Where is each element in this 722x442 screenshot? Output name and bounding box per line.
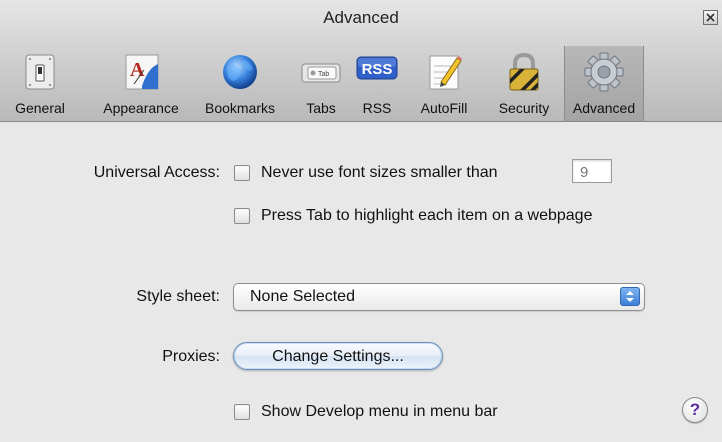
lock-icon (503, 52, 545, 92)
tab-security-label: Security (498, 100, 550, 116)
pencil-form-icon (423, 52, 465, 92)
tab-bookmarks[interactable]: Bookmarks (194, 46, 286, 121)
tab-autofill[interactable]: AutoFill (410, 46, 478, 121)
tab-general-label: General (15, 100, 65, 116)
tab-autofill-label: AutoFill (420, 100, 468, 116)
tab-highlight-text: Press Tab to highlight each item on a we… (261, 207, 593, 224)
min-font-size-text: Never use font sizes smaller than (261, 164, 498, 181)
tab-bookmarks-label: Bookmarks (204, 100, 276, 116)
tab-icon: Tab (300, 52, 342, 92)
tab-highlight-checkbox[interactable] (234, 208, 250, 224)
tab-icon-text: Tab (318, 71, 329, 78)
min-font-size-checkbox[interactable] (234, 165, 250, 181)
tab-rss[interactable]: RSS RSS (352, 46, 402, 121)
tab-appearance[interactable]: A Appearance (92, 46, 190, 121)
develop-menu-checkbox[interactable] (234, 404, 250, 420)
rss-icon-text: RSS (362, 61, 393, 78)
change-settings-button[interactable]: Change Settings... (233, 342, 443, 370)
style-sheet-popup[interactable]: None Selected (233, 283, 645, 311)
style-sheet-label: Style sheet: (136, 288, 220, 305)
tab-tabs[interactable]: Tab Tabs (294, 46, 348, 121)
develop-menu-text: Show Develop menu in menu bar (261, 403, 498, 420)
help-button[interactable]: ? (682, 397, 708, 423)
style-sheet-value: None Selected (250, 288, 355, 305)
globe-icon (219, 52, 261, 92)
window-chrome: Advanced General A Appearance Bookmarks … (0, 0, 722, 122)
tab-advanced-label: Advanced (572, 100, 636, 116)
gear-icon (583, 52, 625, 92)
tab-security[interactable]: Security (484, 46, 564, 121)
rss-icon: RSS (356, 52, 398, 92)
svg-text:A: A (130, 59, 145, 81)
window-title: Advanced (323, 8, 399, 27)
popup-arrows-icon (620, 287, 640, 306)
tab-tabs-label: Tabs (306, 100, 336, 116)
tab-advanced[interactable]: Advanced (564, 46, 644, 121)
switch-icon (19, 52, 61, 92)
preferences-window: Advanced General A Appearance Bookmarks … (0, 0, 722, 442)
preferences-toolbar: General A Appearance Bookmarks Tab Tabs … (0, 46, 722, 121)
tab-appearance-label: Appearance (103, 100, 179, 116)
tab-rss-label: RSS (362, 100, 392, 116)
tab-general[interactable]: General (2, 46, 78, 121)
min-font-size-input[interactable] (572, 159, 612, 183)
close-button[interactable] (703, 10, 718, 25)
advanced-pane: Universal Access: Never use font sizes s… (0, 122, 722, 442)
proxies-label: Proxies: (162, 348, 220, 365)
universal-access-label: Universal Access: (93, 164, 220, 181)
font-icon: A (120, 52, 162, 92)
close-icon (706, 13, 715, 22)
